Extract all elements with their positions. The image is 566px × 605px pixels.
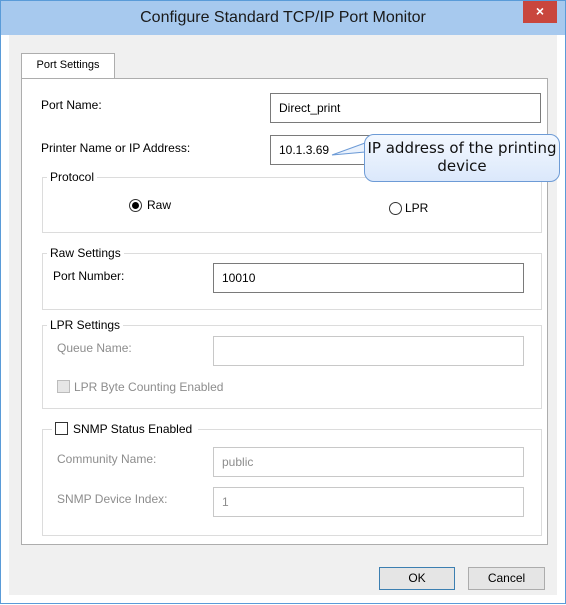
lpr-radio[interactable] bbox=[389, 202, 402, 215]
protocol-group bbox=[42, 177, 542, 233]
snmp-group bbox=[42, 429, 542, 536]
snmp-device-index-input[interactable] bbox=[213, 487, 524, 517]
snmp-device-index-label: SNMP Device Index: bbox=[57, 492, 168, 506]
raw-radio-label[interactable]: Raw bbox=[147, 198, 171, 212]
lpr-settings-group-label: LPR Settings bbox=[47, 318, 124, 332]
callout-line-2: device bbox=[437, 157, 487, 175]
raw-settings-group-label: Raw Settings bbox=[47, 246, 124, 260]
lpr-radio-label[interactable]: LPR bbox=[405, 201, 428, 215]
lpr-byte-counting-label: LPR Byte Counting Enabled bbox=[74, 380, 224, 394]
cancel-button[interactable]: Cancel bbox=[468, 567, 545, 590]
dialog-client-area: Port Settings Port Name: Printer Name or… bbox=[9, 35, 557, 595]
callout-line-1: IP address of the printing bbox=[367, 139, 557, 157]
printer-address-label: Printer Name or IP Address: bbox=[41, 141, 191, 155]
port-name-label: Port Name: bbox=[41, 98, 102, 112]
community-name-input[interactable] bbox=[213, 447, 524, 477]
dialog-window: Configure Standard TCP/IP Port Monitor ×… bbox=[0, 0, 566, 604]
ip-address-callout: IP address of the printing device bbox=[364, 134, 560, 182]
window-title: Configure Standard TCP/IP Port Monitor bbox=[140, 9, 426, 26]
community-name-label: Community Name: bbox=[57, 452, 157, 466]
snmp-group-header: SNMP Status Enabled bbox=[52, 422, 199, 436]
tab-port-settings[interactable]: Port Settings bbox=[21, 53, 115, 78]
protocol-group-label: Protocol bbox=[47, 170, 98, 184]
port-name-input[interactable] bbox=[270, 93, 541, 123]
port-number-input[interactable] bbox=[213, 263, 524, 293]
raw-radio[interactable] bbox=[129, 199, 142, 212]
radio-selected-dot bbox=[132, 202, 139, 209]
close-button[interactable]: × bbox=[523, 1, 557, 23]
queue-name-input[interactable] bbox=[213, 336, 524, 366]
ok-button[interactable]: OK bbox=[379, 567, 455, 590]
snmp-enabled-label[interactable]: SNMP Status Enabled bbox=[73, 422, 192, 436]
port-number-label: Port Number: bbox=[53, 269, 125, 283]
lpr-byte-counting-checkbox[interactable] bbox=[57, 380, 70, 393]
queue-name-label: Queue Name: bbox=[57, 341, 132, 355]
title-bar[interactable]: Configure Standard TCP/IP Port Monitor × bbox=[1, 1, 565, 35]
snmp-enabled-checkbox[interactable] bbox=[55, 422, 68, 435]
